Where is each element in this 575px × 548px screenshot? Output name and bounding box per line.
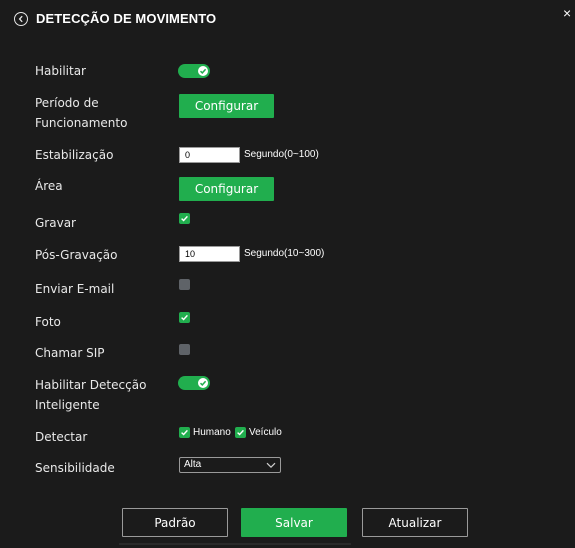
post-record-input[interactable]: 10	[179, 246, 240, 262]
area-label: Área	[35, 179, 63, 193]
schedule-label-line1: Período de	[35, 96, 99, 110]
call-sip-checkbox[interactable]	[179, 344, 190, 355]
snapshot-checkbox[interactable]	[179, 312, 190, 323]
smart-detection-label-line1: Habilitar Detecção	[35, 378, 147, 392]
area-configure-button[interactable]: Configurar	[179, 177, 274, 201]
dialog-header: DETECÇÃO DE MOVIMENTO ×	[0, 0, 575, 38]
schedule-configure-button[interactable]: Configurar	[179, 94, 274, 118]
record-checkbox[interactable]	[179, 213, 190, 224]
detect-human-checkbox[interactable]	[179, 427, 190, 438]
sensitivity-label: Sensibilidade	[35, 461, 115, 475]
stabilization-input[interactable]: 0	[179, 147, 240, 163]
chevron-down-icon	[266, 462, 276, 469]
check-icon	[198, 66, 208, 76]
send-email-checkbox[interactable]	[179, 279, 190, 290]
detect-human-label: Humano	[193, 427, 231, 438]
check-icon	[198, 378, 208, 388]
record-label: Gravar	[35, 216, 76, 230]
post-record-unit: Segundo(10~300)	[244, 248, 325, 259]
close-icon[interactable]: ×	[563, 6, 571, 20]
send-email-label: Enviar E-mail	[35, 282, 115, 296]
sensitivity-value: Alta	[184, 459, 202, 470]
refresh-button[interactable]: Atualizar	[362, 508, 468, 537]
post-record-label: Pós-Gravação	[35, 248, 118, 262]
detect-label: Detectar	[35, 430, 88, 444]
snapshot-label: Foto	[35, 315, 61, 329]
call-sip-label: Chamar SIP	[35, 346, 105, 360]
smart-detection-label-line2: Inteligente	[35, 398, 100, 412]
detect-vehicle-checkbox[interactable]	[235, 427, 246, 438]
stabilization-unit: Segundo(0~100)	[244, 149, 319, 160]
stabilization-label: Estabilização	[35, 148, 114, 162]
enable-toggle[interactable]	[178, 64, 210, 78]
bottom-divider	[119, 543, 351, 545]
detect-vehicle-label: Veículo	[249, 427, 282, 438]
smart-detection-toggle[interactable]	[178, 376, 210, 390]
default-button[interactable]: Padrão	[122, 508, 228, 537]
save-button[interactable]: Salvar	[241, 508, 347, 537]
motion-detection-dialog: DETECÇÃO DE MOVIMENTO × Habilitar Períod…	[0, 0, 575, 548]
schedule-label-line2: Funcionamento	[35, 116, 128, 130]
dialog-title: DETECÇÃO DE MOVIMENTO	[36, 11, 217, 26]
chevron-left-circle-icon[interactable]	[14, 12, 28, 26]
enable-label: Habilitar	[35, 64, 86, 78]
sensitivity-select[interactable]: Alta	[179, 457, 281, 473]
